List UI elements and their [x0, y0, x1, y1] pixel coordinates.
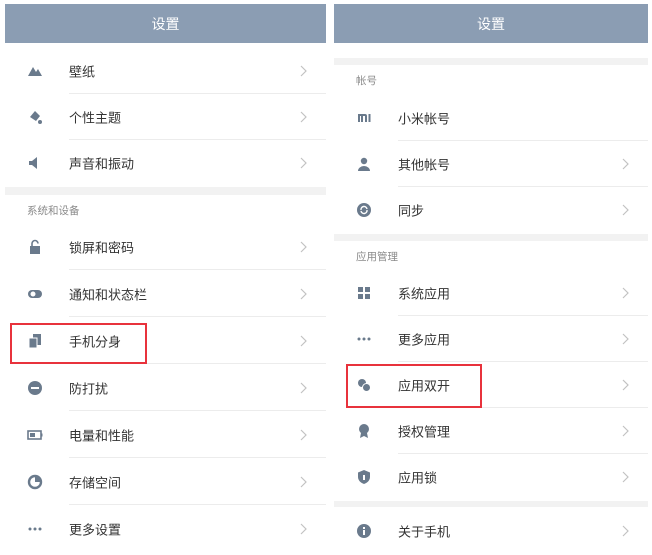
settings-item-permissions[interactable]: 授权管理 — [334, 408, 648, 454]
settings-item-label: 应用锁 — [398, 471, 438, 487]
settings-item-label: 其他帐号 — [398, 158, 451, 174]
chevron-right-icon — [299, 241, 308, 253]
right-title-bar: 设置 — [334, 4, 648, 43]
settings-item-label: 存储空间 — [69, 476, 122, 492]
chevron-right-icon — [299, 476, 308, 488]
highlight-box-dual-apps — [346, 364, 482, 408]
settings-item-label: 锁屏和密码 — [69, 241, 135, 257]
chevron-right-icon — [299, 288, 308, 300]
grid-icon — [356, 285, 372, 301]
chevron-right-icon — [299, 335, 308, 347]
settings-item-label: 防打扰 — [69, 382, 109, 398]
chevron-right-icon — [299, 429, 308, 441]
wallpaper-icon — [27, 63, 43, 79]
settings-item-more-settings[interactable]: 更多设置 — [5, 506, 326, 552]
settings-item-other-accounts[interactable]: 其他帐号 — [334, 141, 648, 187]
divider — [69, 457, 326, 458]
chevron-right-icon — [299, 157, 308, 169]
settings-item-mi-account[interactable]: 小米帐号 — [334, 95, 648, 141]
storage-icon — [27, 474, 43, 490]
settings-item-label: 通知和状态栏 — [69, 288, 148, 304]
highlight-box-phone-clone — [10, 323, 147, 364]
settings-item-system-apps[interactable]: 系统应用 — [334, 270, 648, 316]
mi-logo-icon — [356, 110, 372, 126]
right-settings-panel: 设置 帐号 小米帐号 其他帐号 同步 应用管理 系统应用 更多应用 应用双开 授… — [334, 0, 648, 555]
settings-item-label: 关于手机 — [398, 525, 451, 541]
battery-icon — [27, 427, 43, 443]
settings-item-battery[interactable]: 电量和性能 — [5, 412, 326, 458]
sound-icon — [27, 155, 43, 171]
section-header-account: 帐号 — [356, 75, 377, 87]
settings-item-label: 电量和性能 — [69, 429, 135, 445]
sync-icon — [356, 202, 372, 218]
divider — [69, 504, 326, 505]
settings-item-label: 声音和振动 — [69, 157, 135, 173]
settings-item-storage[interactable]: 存储空间 — [5, 459, 326, 505]
settings-item-label: 更多应用 — [398, 333, 451, 349]
badge-icon — [356, 423, 372, 439]
divider — [69, 410, 326, 411]
chevron-right-icon — [299, 111, 308, 123]
settings-item-notifications[interactable]: 通知和状态栏 — [5, 271, 326, 317]
settings-item-label: 小米帐号 — [398, 112, 451, 128]
section-separator — [334, 58, 648, 65]
info-icon — [356, 523, 372, 539]
settings-item-about-phone[interactable]: 关于手机 — [334, 508, 648, 554]
section-separator — [334, 501, 648, 507]
chevron-right-icon — [299, 65, 308, 77]
chevron-right-icon — [621, 333, 630, 345]
lock-icon — [27, 239, 43, 255]
settings-item-label: 个性主题 — [69, 111, 122, 127]
section-separator — [334, 234, 648, 241]
section-header-system: 系统和设备 — [27, 205, 80, 217]
settings-item-sync[interactable]: 同步 — [334, 187, 648, 233]
chevron-right-icon — [299, 382, 308, 394]
divider — [69, 269, 326, 270]
settings-item-label: 系统应用 — [398, 287, 451, 303]
left-title-bar: 设置 — [5, 4, 326, 43]
chevron-right-icon — [621, 425, 630, 437]
settings-item-more-apps[interactable]: 更多应用 — [334, 316, 648, 362]
settings-item-app-lock[interactable]: 应用锁 — [334, 454, 648, 500]
left-settings-panel: 设置 壁纸 个性主题 声音和振动 系统和设备 锁屏和密码 通知和状态栏 手机分身 — [5, 0, 326, 555]
settings-item-theme[interactable]: 个性主题 — [5, 94, 326, 140]
chevron-right-icon — [621, 379, 630, 391]
chevron-right-icon — [621, 471, 630, 483]
divider — [69, 316, 326, 317]
settings-item-label: 同步 — [398, 204, 425, 220]
chevron-right-icon — [621, 287, 630, 299]
do-not-disturb-icon — [27, 380, 43, 396]
more-icon — [27, 521, 43, 537]
settings-item-lockscreen[interactable]: 锁屏和密码 — [5, 224, 326, 270]
chevron-right-icon — [621, 204, 630, 216]
chevron-right-icon — [621, 525, 630, 537]
person-icon — [356, 156, 372, 172]
more-icon — [356, 331, 372, 347]
settings-item-label: 更多设置 — [69, 523, 122, 539]
toggle-icon — [27, 286, 43, 302]
settings-item-label: 授权管理 — [398, 425, 451, 441]
settings-item-do-not-disturb[interactable]: 防打扰 — [5, 365, 326, 411]
chevron-right-icon — [621, 158, 630, 170]
right-page-title: 设置 — [477, 16, 505, 33]
settings-item-sound[interactable]: 声音和振动 — [5, 140, 326, 186]
left-page-title: 设置 — [151, 16, 180, 33]
settings-item-label: 壁纸 — [69, 65, 96, 81]
section-header-app-management: 应用管理 — [356, 251, 398, 263]
settings-item-wallpaper[interactable]: 壁纸 — [5, 48, 326, 94]
theme-icon — [27, 109, 43, 125]
section-separator — [5, 187, 326, 195]
shield-icon — [356, 469, 372, 485]
chevron-right-icon — [299, 523, 308, 535]
